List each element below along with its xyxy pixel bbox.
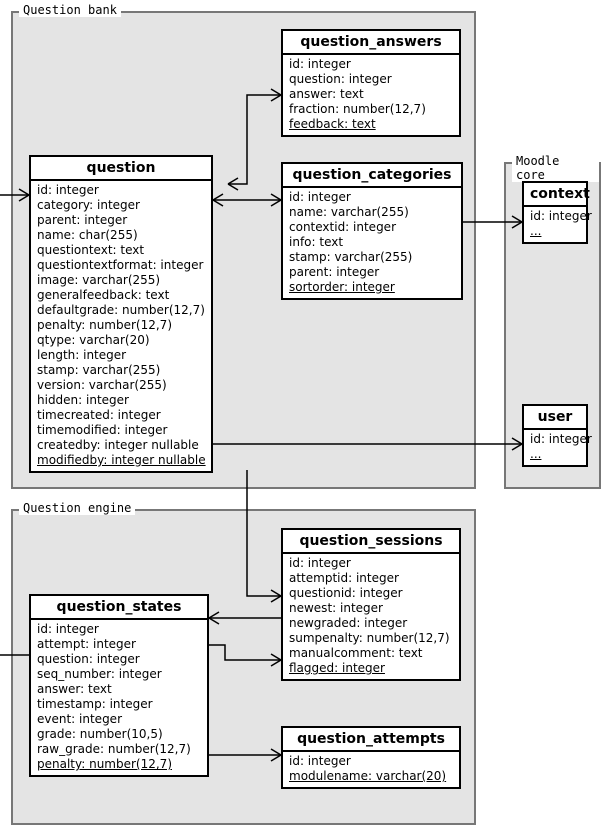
field: parent: integer bbox=[289, 265, 455, 280]
entity-question-attempts-name: question_attempts bbox=[283, 728, 459, 752]
entity-user-name: user bbox=[524, 406, 586, 430]
field: newest: integer bbox=[289, 601, 453, 616]
entity-user-body: id: integer... bbox=[524, 430, 586, 465]
field: info: text bbox=[289, 235, 455, 250]
field: modulename: varchar(20) bbox=[289, 769, 453, 784]
field: answer: text bbox=[289, 87, 453, 102]
entity-user: user id: integer... bbox=[522, 404, 588, 467]
field: questiontext: text bbox=[37, 243, 205, 258]
field: penalty: number(12,7) bbox=[37, 318, 205, 333]
field: feedback: text bbox=[289, 117, 453, 132]
field: version: varchar(255) bbox=[37, 378, 205, 393]
entity-context-body: id: integer... bbox=[524, 207, 586, 242]
field: ... bbox=[530, 447, 580, 462]
entity-context-name: context bbox=[524, 183, 586, 207]
field: event: integer bbox=[37, 712, 201, 727]
field: manualcomment: text bbox=[289, 646, 453, 661]
field: timecreated: integer bbox=[37, 408, 205, 423]
entity-question-categories-name: question_categories bbox=[283, 164, 461, 188]
field: id: integer bbox=[37, 183, 205, 198]
field: newgraded: integer bbox=[289, 616, 453, 631]
field: qtype: varchar(20) bbox=[37, 333, 205, 348]
field: id: integer bbox=[289, 556, 453, 571]
field: defaultgrade: number(12,7) bbox=[37, 303, 205, 318]
field: name: char(255) bbox=[37, 228, 205, 243]
field: id: integer bbox=[530, 209, 580, 224]
entity-question-answers-name: question_answers bbox=[283, 31, 459, 55]
entity-question-attempts: question_attempts id: integermodulename:… bbox=[281, 726, 461, 789]
entity-question-states-body: id: integerattempt: integerquestion: int… bbox=[31, 620, 207, 775]
field: name: varchar(255) bbox=[289, 205, 455, 220]
entity-question-categories-body: id: integername: varchar(255)contextid: … bbox=[283, 188, 461, 298]
field: modifiedby: integer nullable bbox=[37, 453, 205, 468]
entity-question-answers: question_answers id: integerquestion: in… bbox=[281, 29, 461, 137]
field: penalty: number(12,7) bbox=[37, 757, 201, 772]
field: stamp: varchar(255) bbox=[37, 363, 205, 378]
entity-question-name: question bbox=[31, 157, 211, 181]
field: parent: integer bbox=[37, 213, 205, 228]
entity-question-sessions-body: id: integerattemptid: integerquestionid:… bbox=[283, 554, 459, 679]
field: timestamp: integer bbox=[37, 697, 201, 712]
entity-question-attempts-body: id: integermodulename: varchar(20) bbox=[283, 752, 459, 787]
field: seq_number: integer bbox=[37, 667, 201, 682]
field: id: integer bbox=[530, 432, 580, 447]
field: ... bbox=[530, 224, 580, 239]
entity-question-sessions: question_sessions id: integerattemptid: … bbox=[281, 528, 461, 681]
field: category: integer bbox=[37, 198, 205, 213]
entity-question-body: id: integercategory: integerparent: inte… bbox=[31, 181, 211, 471]
field: generalfeedback: text bbox=[37, 288, 205, 303]
field: attempt: integer bbox=[37, 637, 201, 652]
field: contextid: integer bbox=[289, 220, 455, 235]
entity-question-states-name: question_states bbox=[31, 596, 207, 620]
field: attemptid: integer bbox=[289, 571, 453, 586]
field: id: integer bbox=[37, 622, 201, 637]
field: raw_grade: number(12,7) bbox=[37, 742, 201, 757]
field: id: integer bbox=[289, 57, 453, 72]
field: grade: number(10,5) bbox=[37, 727, 201, 742]
group-label-bank: Question bank bbox=[19, 3, 121, 17]
group-label-core: Moodle core bbox=[512, 154, 599, 182]
field: sumpenalty: number(12,7) bbox=[289, 631, 453, 646]
field: fraction: number(12,7) bbox=[289, 102, 453, 117]
entity-question-categories: question_categories id: integername: var… bbox=[281, 162, 463, 300]
field: id: integer bbox=[289, 190, 455, 205]
field: id: integer bbox=[289, 754, 453, 769]
entity-question-states: question_states id: integerattempt: inte… bbox=[29, 594, 209, 777]
field: question: integer bbox=[37, 652, 201, 667]
group-label-engine: Question engine bbox=[19, 501, 135, 515]
field: questionid: integer bbox=[289, 586, 453, 601]
entity-question: question id: integercategory: integerpar… bbox=[29, 155, 213, 473]
field: image: varchar(255) bbox=[37, 273, 205, 288]
entity-question-sessions-name: question_sessions bbox=[283, 530, 459, 554]
field: createdby: integer nullable bbox=[37, 438, 205, 453]
field: stamp: varchar(255) bbox=[289, 250, 455, 265]
entity-question-answers-body: id: integerquestion: integeranswer: text… bbox=[283, 55, 459, 135]
entity-context: context id: integer... bbox=[522, 181, 588, 244]
field: answer: text bbox=[37, 682, 201, 697]
field: sortorder: integer bbox=[289, 280, 455, 295]
field: flagged: integer bbox=[289, 661, 453, 676]
field: hidden: integer bbox=[37, 393, 205, 408]
field: timemodified: integer bbox=[37, 423, 205, 438]
field: question: integer bbox=[289, 72, 453, 87]
field: length: integer bbox=[37, 348, 205, 363]
field: questiontextformat: integer bbox=[37, 258, 205, 273]
